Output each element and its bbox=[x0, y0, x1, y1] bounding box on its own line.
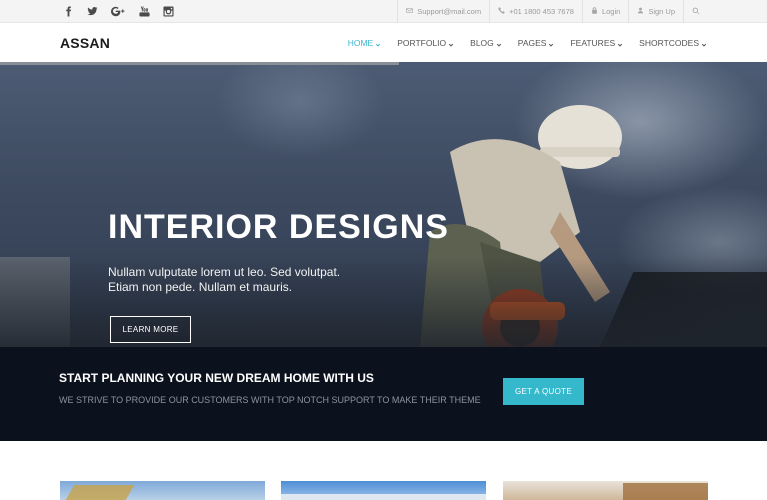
learn-more-button[interactable]: LEARN MORE bbox=[110, 316, 191, 343]
top-contact-bar: Support@mail.com +01 1800 453 7678 Login… bbox=[397, 0, 708, 23]
envelope-icon bbox=[406, 7, 417, 16]
cta-subtitle: WE STRIVE TO PROVIDE OUR CUSTOMERS WITH … bbox=[59, 395, 481, 405]
google-plus-icon[interactable] bbox=[110, 6, 126, 18]
phone-link[interactable]: +01 1800 453 7678 bbox=[489, 0, 582, 23]
chevron-down-icon bbox=[701, 40, 707, 47]
chevron-down-icon bbox=[375, 40, 381, 47]
top-bar: Support@mail.com +01 1800 453 7678 Login… bbox=[0, 0, 767, 23]
nav-item-label: BLOG bbox=[470, 37, 494, 48]
hero-slider: INTERIOR DESIGNS Nullam vulputate lorem … bbox=[0, 62, 767, 347]
phone-icon bbox=[498, 7, 509, 16]
nav-item-label: SHORTCODES bbox=[639, 37, 699, 48]
search-button[interactable] bbox=[683, 0, 708, 23]
chevron-down-icon bbox=[496, 40, 502, 47]
chevron-down-icon bbox=[617, 40, 623, 47]
user-icon bbox=[637, 7, 648, 16]
main-navbar: ASSAN HOME PORTFOLIO BLOG PAGES FEATURES… bbox=[0, 23, 767, 62]
nav-item-home[interactable]: HOME bbox=[348, 38, 382, 48]
nav-item-blog[interactable]: BLOG bbox=[470, 38, 502, 48]
search-icon bbox=[692, 7, 700, 17]
nav-item-shortcodes[interactable]: SHORTCODES bbox=[639, 38, 707, 48]
portfolio-thumbnail[interactable] bbox=[503, 481, 708, 500]
signup-link[interactable]: Sign Up bbox=[628, 0, 683, 23]
phone-text: +01 1800 453 7678 bbox=[509, 7, 574, 16]
cta-title: START PLANNING YOUR NEW DREAM HOME WITH … bbox=[59, 371, 374, 385]
chevron-down-icon bbox=[548, 40, 554, 47]
portfolio-thumbnails bbox=[0, 441, 767, 500]
site-logo[interactable]: ASSAN bbox=[60, 35, 110, 51]
portfolio-thumbnail[interactable] bbox=[60, 481, 265, 500]
nav-item-label: PAGES bbox=[517, 37, 547, 48]
nav-item-portfolio[interactable]: PORTFOLIO bbox=[397, 38, 454, 48]
chevron-down-icon bbox=[448, 40, 454, 47]
hero-subtitle-line: Nullam vulputate lorem ut leo. Sed volut… bbox=[108, 265, 341, 279]
hero-subtitle: Nullam vulputate lorem ut leo. Sed volut… bbox=[108, 265, 368, 295]
signup-text: Sign Up bbox=[648, 7, 675, 16]
facebook-icon[interactable] bbox=[62, 6, 74, 18]
email-text: Support@mail.com bbox=[417, 7, 482, 16]
login-link[interactable]: Login bbox=[581, 0, 628, 23]
lock-icon bbox=[591, 7, 602, 16]
slider-progress-bar bbox=[0, 62, 399, 65]
nav-item-label: HOME bbox=[347, 37, 374, 48]
get-a-quote-button[interactable]: GET A QUOTE bbox=[503, 378, 584, 405]
hero-subtitle-line: Etiam non pede. Nullam et mauris. bbox=[108, 280, 293, 294]
nav-item-label: FEATURES bbox=[570, 37, 616, 48]
social-links bbox=[62, 0, 174, 23]
portfolio-thumbnail[interactable] bbox=[281, 481, 486, 500]
youtube-icon[interactable] bbox=[138, 6, 150, 18]
email-link[interactable]: Support@mail.com bbox=[397, 0, 489, 23]
nav-item-label: PORTFOLIO bbox=[397, 37, 447, 48]
hero-title: INTERIOR DESIGNS bbox=[108, 208, 449, 246]
nav-item-features[interactable]: FEATURES bbox=[570, 38, 623, 48]
main-menu: HOME PORTFOLIO BLOG PAGES FEATURES SHORT… bbox=[348, 23, 707, 62]
login-text: Login bbox=[601, 7, 621, 16]
instagram-icon[interactable] bbox=[162, 6, 174, 18]
nav-item-pages[interactable]: PAGES bbox=[518, 38, 555, 48]
twitter-icon[interactable] bbox=[86, 6, 98, 18]
cta-section: START PLANNING YOUR NEW DREAM HOME WITH … bbox=[0, 347, 767, 441]
